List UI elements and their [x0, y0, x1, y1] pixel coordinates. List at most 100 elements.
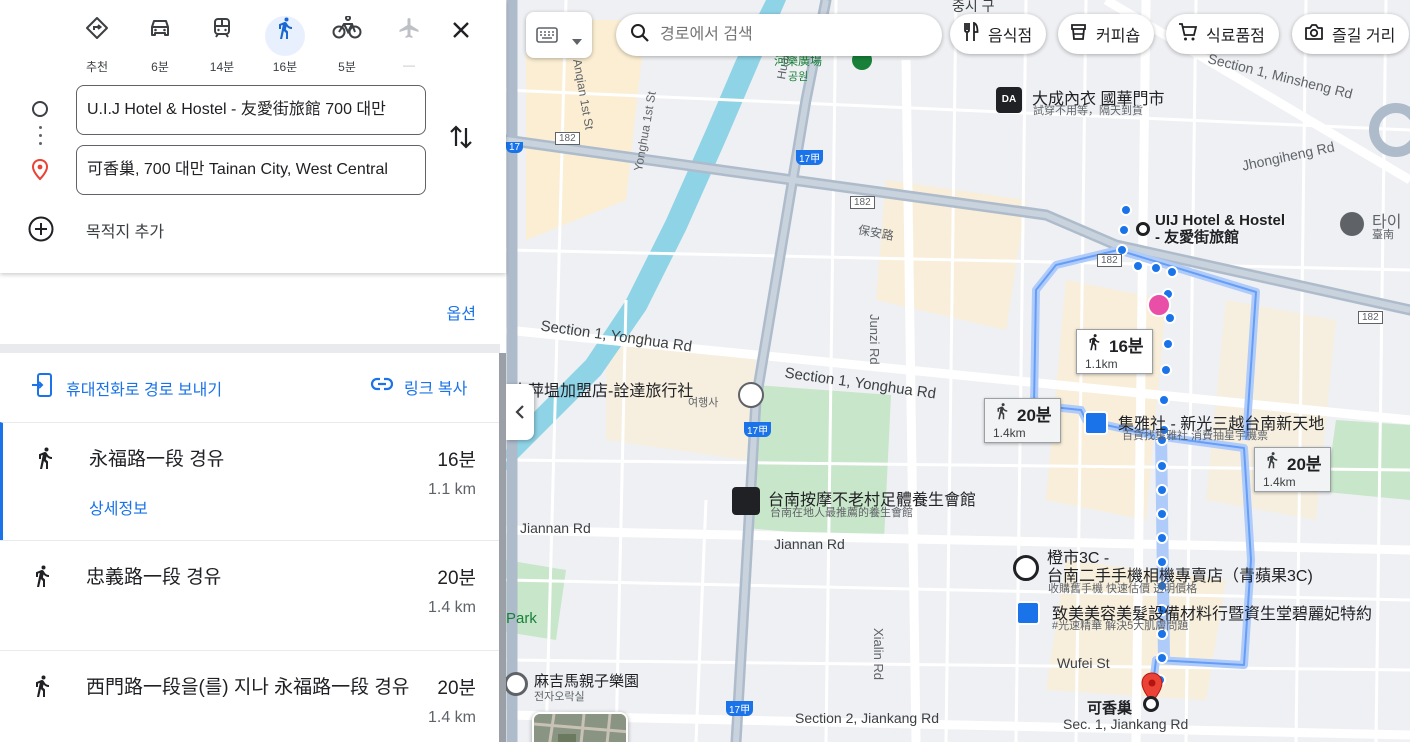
- mode-flight[interactable]: —: [387, 8, 431, 72]
- route-distance: 1.4 km: [427, 599, 476, 616]
- route-shield: 17: [506, 142, 524, 153]
- swap-button[interactable]: [444, 118, 478, 156]
- origin-input[interactable]: U.I.J Hotel & Hostel - 友愛街旅館 700 대만: [76, 85, 426, 135]
- route-box-time: 16분: [1109, 337, 1144, 356]
- cart-icon: [1178, 22, 1198, 47]
- chip-label: 커피숍: [1096, 28, 1141, 45]
- route-dot: [1160, 364, 1172, 376]
- route-distance: 1.1 km: [427, 481, 476, 498]
- route-search-box[interactable]: [616, 14, 942, 56]
- destination-map-label[interactable]: 可香巢: [1087, 697, 1132, 718]
- add-destination-label[interactable]: 목적지 추가: [86, 218, 164, 242]
- route-option-3[interactable]: 西門路一段을(를) 지나 永福路一段 경유 20분 1.4 km: [0, 650, 500, 742]
- road-label: Jiannan Rd: [774, 536, 845, 552]
- mode-drive[interactable]: 6분: [138, 8, 182, 74]
- walk-icon: [1263, 451, 1281, 474]
- camera-icon: [1304, 23, 1324, 46]
- route-time: 20분: [437, 568, 476, 589]
- poi-label[interactable]: 水萍塭加盟店-詮達旅行社: [512, 377, 693, 401]
- route-box-distance: 1.4km: [1263, 475, 1296, 489]
- satellite-layer-thumbnail[interactable]: [532, 712, 628, 742]
- massage-logo-icon[interactable]: [732, 487, 760, 515]
- copy-link-label: 링크 복사: [404, 380, 468, 398]
- directions-panel: 추천 6분 14분 16분 5분 — U.I.J Hotel & Hostel …: [0, 0, 506, 742]
- coffee-icon: [1070, 23, 1088, 46]
- origin-map-label[interactable]: UIJ Hotel & Hostel - 友愛街旅館: [1155, 212, 1285, 246]
- origin-marker[interactable]: [1136, 222, 1150, 236]
- chip-things-to-do[interactable]: 즐길 거리: [1292, 14, 1410, 54]
- chevron-down-icon: [572, 32, 582, 50]
- poi-sub: 台南在地人最推薦的養生會館: [770, 507, 913, 519]
- road-label: Sec. 1, Jiankang Rd: [1063, 716, 1189, 732]
- diamond-directions-icon: [77, 16, 117, 56]
- route-dot: [1156, 652, 1168, 664]
- route-dot: [1166, 266, 1178, 278]
- panel-scrollbar[interactable]: [499, 353, 506, 742]
- mode-recommended[interactable]: 추천: [75, 8, 119, 74]
- swap-arrows-icon: [444, 125, 478, 160]
- mode-transit[interactable]: 14분: [200, 8, 244, 74]
- car-icon: [140, 16, 180, 56]
- send-to-phone-link[interactable]: 휴대전화로 경로 보내기: [30, 372, 222, 403]
- route-time: 16분: [437, 450, 476, 471]
- walk-icon: [33, 445, 57, 476]
- map-canvas[interactable]: UIJ Hotel & Hostel - 友愛街旅館 可香巢 16분 1.1km…: [506, 0, 1410, 742]
- travel-agency-icon[interactable]: [738, 382, 764, 408]
- route-shield: 17甲: [726, 701, 754, 716]
- add-circle-icon[interactable]: [27, 215, 55, 248]
- mode-label: 6분: [151, 60, 169, 74]
- train-icon: [202, 16, 242, 56]
- origin-circle-icon: [32, 101, 48, 117]
- chip-restaurants[interactable]: 음식점: [950, 14, 1047, 54]
- route-time-box-alt-2[interactable]: 20분 1.4km: [1254, 447, 1331, 492]
- mode-label: 14분: [209, 60, 235, 74]
- destination-pin-icon: [30, 158, 50, 186]
- hotel-pin-icon[interactable]: [1147, 293, 1171, 317]
- road-label: Jiannan Rd: [520, 520, 591, 536]
- mode-label: —: [403, 58, 415, 72]
- route-title: 忠義路一段 경유: [86, 567, 222, 588]
- mode-bike[interactable]: 5분: [325, 8, 369, 74]
- section-divider: [0, 344, 500, 353]
- shopping-bag-icon[interactable]: [1084, 411, 1108, 435]
- route-box-distance: 1.4km: [993, 426, 1026, 440]
- route-dot: [1118, 224, 1130, 236]
- route-box-time: 20분: [1017, 406, 1052, 425]
- directions-header: 추천 6분 14분 16분 5분 — U.I.J Hotel & Hostel …: [0, 0, 506, 273]
- keyboard-shortcuts-button[interactable]: [526, 12, 592, 58]
- close-icon: [443, 18, 479, 42]
- mode-walk[interactable]: 16분: [263, 8, 307, 74]
- send-to-phone-icon: [30, 372, 54, 403]
- close-button[interactable]: [443, 12, 479, 48]
- route-search-input[interactable]: [660, 26, 920, 44]
- store-logo-icon[interactable]: DA: [996, 87, 1022, 113]
- route-time-box-alt-1[interactable]: 20분 1.4km: [984, 398, 1061, 443]
- options-link[interactable]: 옵션: [447, 300, 476, 324]
- collapse-panel-button[interactable]: [506, 384, 534, 440]
- route-time: 20분: [437, 678, 476, 699]
- airplane-icon: [389, 16, 429, 56]
- search-icon: [630, 23, 650, 48]
- copy-link-button[interactable]: 링크 복사: [370, 372, 467, 401]
- route-dot: [1156, 532, 1168, 544]
- bicycle-icon: [327, 16, 367, 56]
- route-dot: [1158, 394, 1170, 406]
- route-option-2[interactable]: 忠義路一段 경유 20분 1.4 km: [0, 540, 500, 650]
- poi-label[interactable]: Park: [506, 610, 537, 627]
- route-time-box-main[interactable]: 16분 1.1km: [1076, 329, 1153, 374]
- route-details-link[interactable]: 상세정보: [89, 495, 148, 519]
- link-icon: [370, 372, 394, 401]
- route-box-time: 20분: [1287, 455, 1322, 474]
- chip-grocery[interactable]: 식료품점: [1166, 14, 1279, 54]
- walk-icon: [30, 673, 54, 704]
- destination-marker[interactable]: [1143, 696, 1159, 712]
- route-option-1[interactable]: 永福路一段 경유 16분 1.1 km 상세정보: [0, 422, 500, 540]
- poi-sub: 收購舊手機 快速估價 透明價格: [1048, 583, 1198, 595]
- chip-coffee[interactable]: 커피숍: [1058, 14, 1155, 54]
- walk-icon: [993, 402, 1011, 425]
- shopping-bag-icon[interactable]: [1016, 601, 1040, 625]
- museum-pin-icon[interactable]: [1340, 212, 1364, 236]
- road-label: Wufei St: [1057, 655, 1110, 671]
- phone-store-logo-icon[interactable]: [1013, 555, 1039, 581]
- destination-input[interactable]: 可香巢, 700 대만 Tainan City, West Central: [76, 145, 426, 195]
